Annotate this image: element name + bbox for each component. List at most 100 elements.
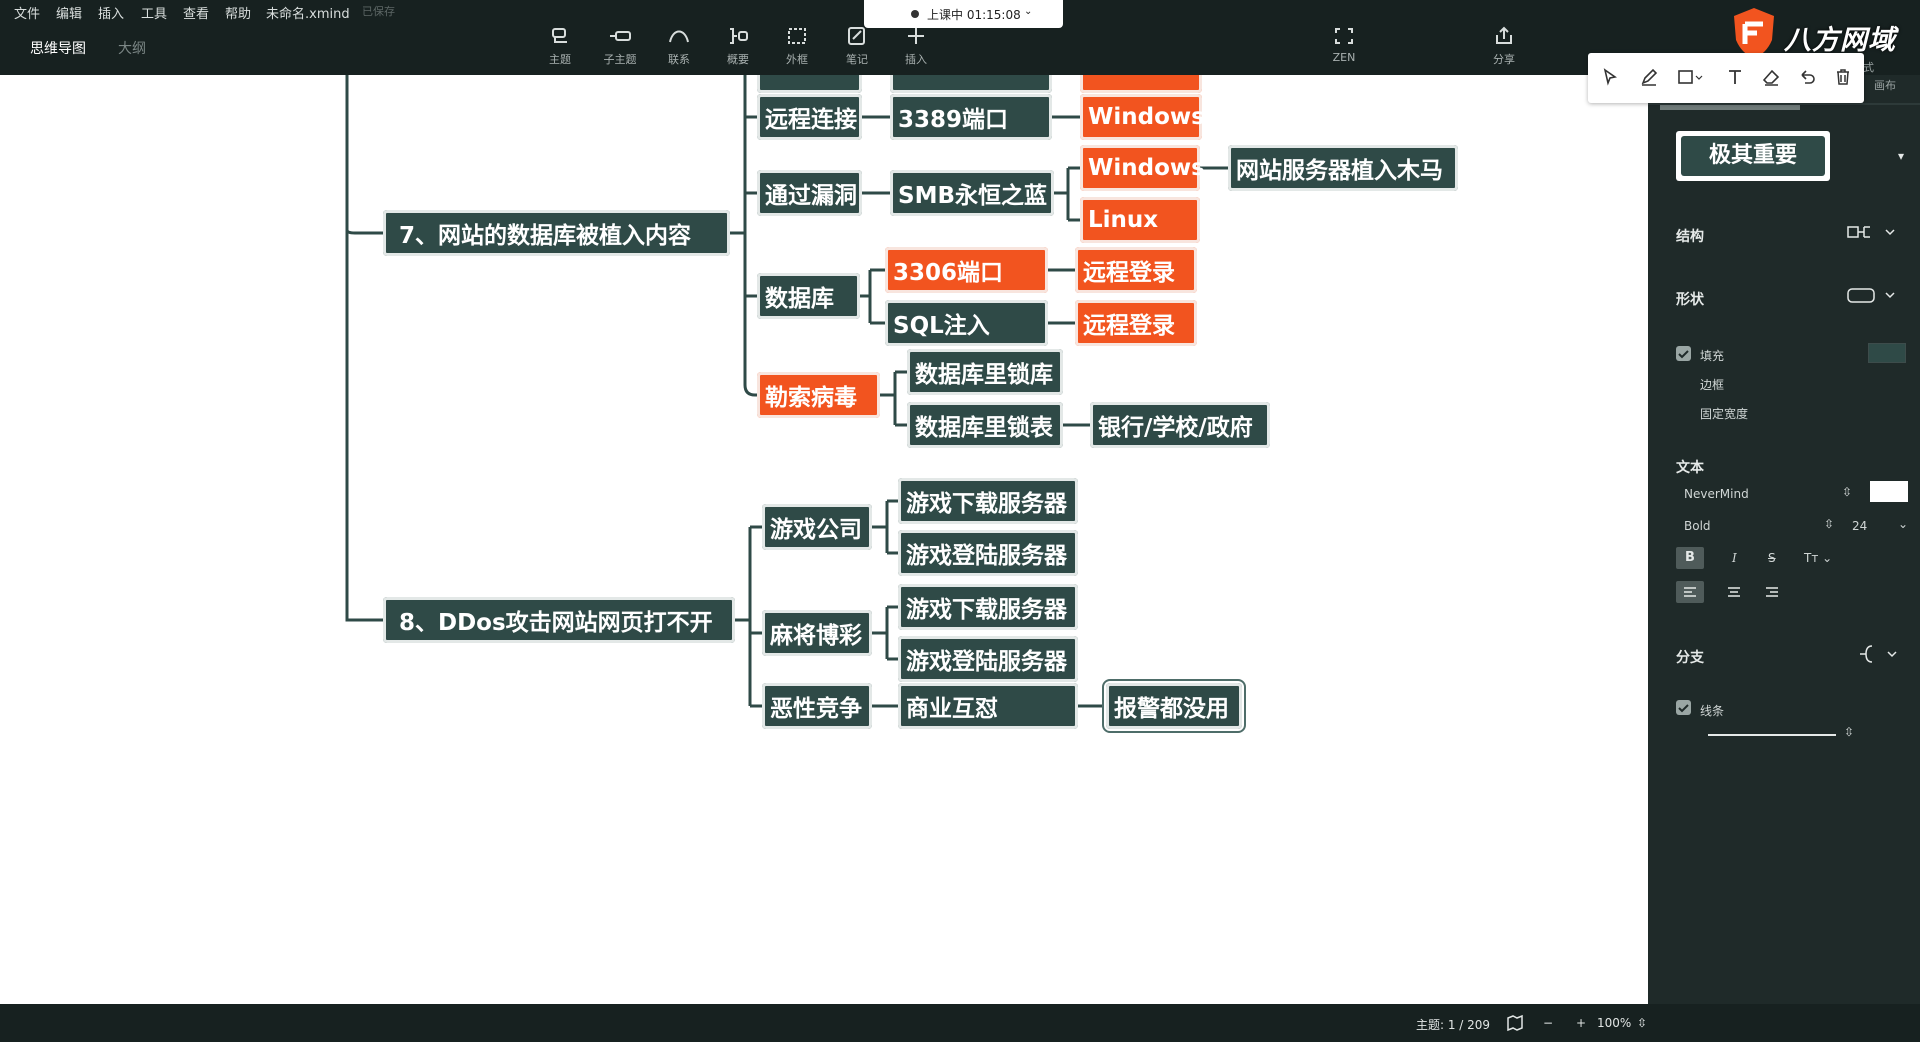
node-mahjong[interactable]: 麻将博彩: [762, 610, 872, 656]
chevron-down-icon[interactable]: ⌄: [1898, 517, 1908, 531]
node-lock-table[interactable]: 数据库里锁表: [907, 402, 1063, 448]
topic-node[interactable]: [757, 75, 862, 93]
zen-button[interactable]: ZEN: [1318, 26, 1370, 64]
topic-7-node[interactable]: 7、网站的数据库被植入内容: [383, 210, 730, 256]
logo-text: 八方网域: [1784, 25, 1896, 56]
node-game-login-2[interactable]: 游戏登陆服务器: [898, 636, 1078, 682]
align-center-icon[interactable]: [1720, 581, 1748, 603]
menu-help[interactable]: 帮助: [225, 3, 251, 22]
node-malicious-competition[interactable]: 恶性竞争: [762, 683, 872, 729]
record-icon: [911, 10, 919, 18]
status-bar: 主题: 1 / 209 − + 100% ⇳: [0, 1004, 1920, 1042]
node-linux[interactable]: Linux: [1080, 197, 1200, 243]
boundary-button[interactable]: 外框: [771, 26, 823, 67]
menu-insert[interactable]: 插入: [98, 3, 124, 22]
node-lock-db[interactable]: 数据库里锁库: [907, 349, 1063, 395]
line-checkbox[interactable]: [1676, 700, 1691, 715]
tab-mindmap[interactable]: 思维导图: [30, 38, 86, 58]
node-database[interactable]: 数据库: [757, 273, 860, 319]
summary-button[interactable]: 概要: [712, 26, 764, 67]
line-label: 线条: [1700, 704, 1725, 718]
branch-style-icon[interactable]: [1858, 642, 1908, 666]
node-victims[interactable]: 银行/学校/政府: [1090, 402, 1270, 448]
line-style-preview[interactable]: [1708, 734, 1836, 736]
font-weight-select[interactable]: Bold: [1684, 519, 1711, 533]
fill-checkbox[interactable]: [1676, 346, 1691, 361]
align-right-icon[interactable]: [1758, 581, 1786, 603]
node-game-company[interactable]: 游戏公司: [762, 504, 872, 550]
mindmap-canvas[interactable]: 7、网站的数据库被植入内容 远程连接 3389端口 Windows 通过漏洞 S…: [0, 75, 1648, 1004]
node-game-download-2[interactable]: 游戏下载服务器: [898, 584, 1078, 630]
checkmark-icon: [1678, 350, 1689, 359]
shape-label: 形状: [1676, 292, 1704, 308]
cursor-icon[interactable]: [1600, 67, 1622, 89]
node-vuln[interactable]: 通过漏洞: [757, 170, 862, 216]
undo-icon[interactable]: [1796, 67, 1818, 89]
recording-time: 上课中 01:15:08: [927, 8, 1021, 22]
node-remote-login-1[interactable]: 远程登录: [1075, 247, 1197, 293]
menu-tools[interactable]: 工具: [141, 3, 167, 22]
node-port-3306[interactable]: 3306端口: [885, 247, 1048, 293]
font-size-select[interactable]: 24: [1852, 519, 1867, 533]
style-name: 极其重要: [1681, 136, 1825, 176]
subtopic-icon: [610, 31, 631, 41]
style-preview[interactable]: 极其重要: [1676, 131, 1830, 181]
rectangle-icon[interactable]: [1676, 67, 1703, 89]
zoom-level[interactable]: 100%: [1597, 1016, 1631, 1030]
text-icon[interactable]: [1724, 67, 1746, 89]
topic-count: 主题: 1 / 209: [1416, 1018, 1491, 1032]
map-icon[interactable]: [1506, 1014, 1524, 1032]
node-business-fight[interactable]: 商业互怼: [898, 683, 1078, 729]
topic-node[interactable]: [890, 75, 1052, 93]
node-remote[interactable]: 远程连接: [757, 94, 862, 140]
xmind-window: 文件 编辑 插入 工具 查看 帮助 未命名.xmind 已保存 思维导图 大纲 …: [0, 0, 1920, 1042]
file-name: 未命名.xmind: [266, 7, 350, 22]
zoom-in-button[interactable]: +: [1576, 1016, 1586, 1030]
text-color-swatch[interactable]: [1870, 481, 1908, 502]
menu-edit[interactable]: 编辑: [56, 3, 82, 22]
zen-icon: [1335, 28, 1353, 44]
pen-icon[interactable]: [1638, 67, 1660, 89]
node-game-login-1[interactable]: 游戏登陆服务器: [898, 530, 1078, 576]
panel-tab-canvas[interactable]: 画布: [1874, 77, 1896, 93]
insert-button[interactable]: 插入: [890, 26, 942, 67]
topic-node[interactable]: [1080, 75, 1202, 93]
topic-8-node[interactable]: 8、DDos攻击网站网页打不开: [383, 597, 735, 643]
fill-color-swatch[interactable]: [1868, 343, 1906, 363]
tab-outline[interactable]: 大纲: [118, 38, 146, 58]
rounded-rect-icon[interactable]: [1846, 286, 1896, 306]
topic-button[interactable]: 主题: [534, 26, 586, 67]
node-trojan[interactable]: 网站服务器植入木马: [1228, 145, 1458, 191]
relationship-button[interactable]: 联系: [653, 26, 705, 67]
caret-down-icon[interactable]: ▾: [1898, 149, 1904, 163]
node-windows-1[interactable]: Windows: [1080, 94, 1205, 140]
recording-indicator[interactable]: 上课中 01:15:08 ⌄: [864, 0, 1063, 28]
updown-icon[interactable]: ⇳: [1637, 1016, 1647, 1030]
strikethrough-button[interactable]: S: [1768, 551, 1776, 565]
chevron-down-icon: ⌄: [1024, 6, 1033, 17]
note-button[interactable]: 笔记: [831, 26, 883, 67]
align-left-button[interactable]: [1676, 581, 1704, 603]
trash-icon[interactable]: [1832, 67, 1854, 89]
share-button[interactable]: 分享: [1478, 26, 1530, 67]
italic-button[interactable]: I: [1732, 551, 1737, 565]
updown-icon[interactable]: ⇳: [1844, 725, 1854, 739]
node-sql-injection[interactable]: SQL注入: [885, 300, 1048, 346]
branch-label: 分支: [1676, 650, 1704, 666]
structure-icon[interactable]: [1846, 223, 1896, 243]
font-family-select[interactable]: NeverMind: [1684, 487, 1749, 501]
node-ransomware[interactable]: 勒索病毒: [757, 372, 880, 418]
node-windows-2[interactable]: Windows: [1080, 145, 1205, 191]
text-case-button[interactable]: Tт ⌄: [1804, 551, 1832, 565]
node-smb[interactable]: SMB永恒之蓝: [890, 170, 1054, 216]
node-remote-login-2[interactable]: 远程登录: [1075, 300, 1197, 346]
eraser-icon[interactable]: [1760, 67, 1782, 89]
node-port-3389[interactable]: 3389端口: [890, 94, 1052, 140]
node-police-useless[interactable]: 报警都没用: [1102, 679, 1246, 733]
menu-file[interactable]: 文件: [14, 3, 40, 22]
bold-button[interactable]: B: [1676, 547, 1704, 569]
subtopic-button[interactable]: 子主题: [594, 26, 646, 67]
menu-view[interactable]: 查看: [183, 3, 209, 22]
node-game-download-1[interactable]: 游戏下载服务器: [898, 478, 1078, 524]
zoom-out-button[interactable]: −: [1543, 1016, 1553, 1030]
